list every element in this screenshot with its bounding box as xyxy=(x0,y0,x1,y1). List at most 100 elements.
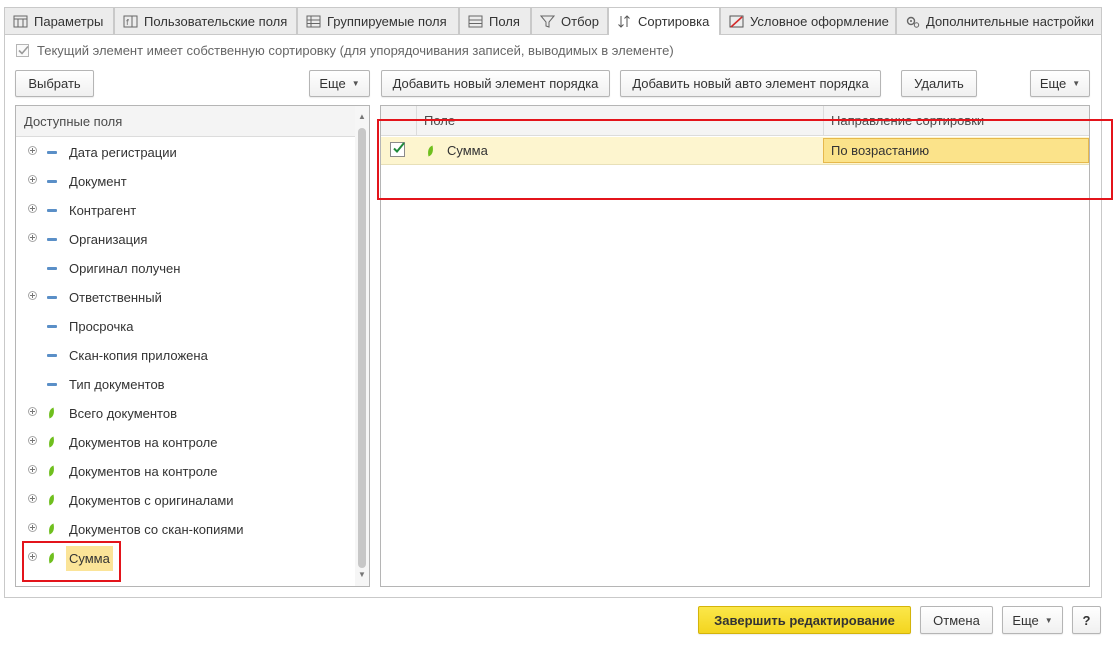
grouping-fields-icon xyxy=(306,14,321,29)
tree-item[interactable]: Всего документов xyxy=(16,399,356,428)
dimension-icon xyxy=(47,151,57,154)
resource-icon xyxy=(49,436,54,448)
tree-item[interactable]: Документов на контроле xyxy=(16,428,356,457)
more-button-label: Еще xyxy=(1039,76,1067,91)
tree-item-label: Организация xyxy=(69,232,148,247)
cancel-label: Отмена xyxy=(933,612,980,628)
tree-item-label: Документов с оригиналами xyxy=(69,493,234,508)
tree-item[interactable]: Дата регистрации xyxy=(16,138,356,167)
expand-icon[interactable] xyxy=(28,465,37,474)
left-more-button[interactable]: Еще ▼ xyxy=(309,70,370,97)
tree-item[interactable]: Тип документов xyxy=(16,370,356,399)
delete-button[interactable]: Удалить xyxy=(901,70,977,97)
tree-item-label: Оригинал получен xyxy=(69,261,181,276)
tab-label: Поля xyxy=(489,13,520,29)
dimension-icon xyxy=(47,325,57,328)
tab-grouping-fields[interactable]: Группируемые поля xyxy=(297,7,459,34)
tab-fields[interactable]: Поля xyxy=(459,7,531,34)
own-sort-label: Текущий элемент имеет собственную сортир… xyxy=(37,43,674,58)
more-button-label: Еще xyxy=(1012,612,1039,628)
parameters-icon xyxy=(13,14,28,29)
settings-tabbar: Параметры f Пользовательские поля Группи… xyxy=(4,7,1102,35)
select-button-label: Выбрать xyxy=(28,76,81,91)
tree-item[interactable]: Контрагент xyxy=(16,196,356,225)
dimension-icon xyxy=(47,354,57,357)
add-auto-label: Добавить новый авто элемент порядка xyxy=(632,76,869,91)
add-order-label: Добавить новый элемент порядка xyxy=(392,76,599,91)
scroll-up-icon[interactable]: ▲ xyxy=(357,112,367,122)
finish-editing-label: Завершить редактирование xyxy=(714,612,895,628)
cancel-button[interactable]: Отмена xyxy=(920,606,993,634)
filter-icon xyxy=(540,14,555,29)
expand-icon[interactable] xyxy=(28,175,37,184)
scroll-down-icon[interactable]: ▼ xyxy=(357,570,367,580)
tree-item-label: Дата регистрации xyxy=(69,145,177,160)
tab-parameters[interactable]: Параметры xyxy=(4,7,114,34)
help-button[interactable]: ? xyxy=(1072,606,1101,634)
tab-label: Сортировка xyxy=(638,14,710,29)
custom-fields-icon: f xyxy=(123,14,138,29)
tree-item[interactable]: Ответственный xyxy=(16,283,356,312)
fields-icon xyxy=(468,14,483,29)
tree-item[interactable]: Документов на контроле xyxy=(16,457,356,486)
tree-item[interactable]: Документов со скан-копиями xyxy=(16,515,356,544)
dimension-icon xyxy=(47,180,57,183)
expand-icon[interactable] xyxy=(28,291,37,300)
tree-item-label: Контрагент xyxy=(69,203,137,218)
dimension-icon xyxy=(47,238,57,241)
dimension-icon xyxy=(47,296,57,299)
checkmark-icon xyxy=(18,45,29,55)
tree-item[interactable]: Скан-копия приложена xyxy=(16,341,356,370)
tree-item[interactable]: Организация xyxy=(16,225,356,254)
highlight-frame-selected-field xyxy=(22,541,121,582)
tree-scrollbar[interactable]: ▲ ▼ xyxy=(355,106,369,586)
tab-filter[interactable]: Отбор xyxy=(531,7,608,34)
expand-icon[interactable] xyxy=(28,407,37,416)
tab-custom-fields[interactable]: f Пользовательские поля xyxy=(114,7,297,34)
add-auto-order-element-button[interactable]: Добавить новый авто элемент порядка xyxy=(620,70,881,97)
tree-item-label: Просрочка xyxy=(69,319,134,334)
add-order-element-button[interactable]: Добавить новый элемент порядка xyxy=(381,70,610,97)
select-button[interactable]: Выбрать xyxy=(15,70,94,97)
expand-icon[interactable] xyxy=(28,204,37,213)
tree-item-label: Скан-копия приложена xyxy=(69,348,208,363)
scroll-thumb[interactable] xyxy=(358,128,366,568)
tab-label: Условное оформление xyxy=(750,13,889,29)
own-sort-checkbox[interactable] xyxy=(16,44,29,57)
svg-text:f: f xyxy=(126,18,129,27)
conditional-format-icon xyxy=(729,14,744,29)
tab-conditional-format[interactable]: Условное оформление xyxy=(720,7,896,34)
tab-label: Группируемые поля xyxy=(327,13,447,29)
expand-icon[interactable] xyxy=(28,146,37,155)
tree-item-label: Документов на контроле xyxy=(69,435,218,450)
more-button-label: Еще xyxy=(319,76,346,91)
tree-item-label: Документов на контроле xyxy=(69,464,218,479)
tree-item[interactable]: Документ xyxy=(16,167,356,196)
chevron-down-icon: ▼ xyxy=(1044,615,1053,625)
tree-item[interactable]: Оригинал получен xyxy=(16,254,356,283)
tree-item-label: Документ xyxy=(69,174,127,189)
expand-icon[interactable] xyxy=(28,436,37,445)
dimension-icon xyxy=(47,267,57,270)
tab-sort[interactable]: Сортировка xyxy=(608,7,720,35)
expand-icon[interactable] xyxy=(28,233,37,242)
finish-editing-button[interactable]: Завершить редактирование xyxy=(698,606,911,634)
resource-icon xyxy=(49,407,54,419)
expand-icon[interactable] xyxy=(28,494,37,503)
help-label: ? xyxy=(1082,612,1091,628)
dimension-icon xyxy=(47,209,57,212)
tab-label: Параметры xyxy=(34,13,104,29)
resource-icon xyxy=(49,523,54,535)
sort-icon xyxy=(617,14,632,29)
tree-item[interactable]: Просрочка xyxy=(16,312,356,341)
available-fields-header: Доступные поля xyxy=(16,106,356,137)
chevron-down-icon: ▼ xyxy=(351,79,360,88)
right-more-button[interactable]: Еще ▼ xyxy=(1030,70,1090,97)
footer-more-button[interactable]: Еще ▼ xyxy=(1002,606,1063,634)
chevron-down-icon: ▼ xyxy=(1072,79,1081,88)
tree-item[interactable]: Документов с оригиналами xyxy=(16,486,356,515)
expand-icon[interactable] xyxy=(28,523,37,532)
tab-additional-settings[interactable]: Дополнительные настройки xyxy=(896,7,1102,34)
available-fields-tree[interactable]: Доступные поля Дата регистрации Документ… xyxy=(15,105,370,587)
delete-label: Удалить xyxy=(914,76,964,91)
